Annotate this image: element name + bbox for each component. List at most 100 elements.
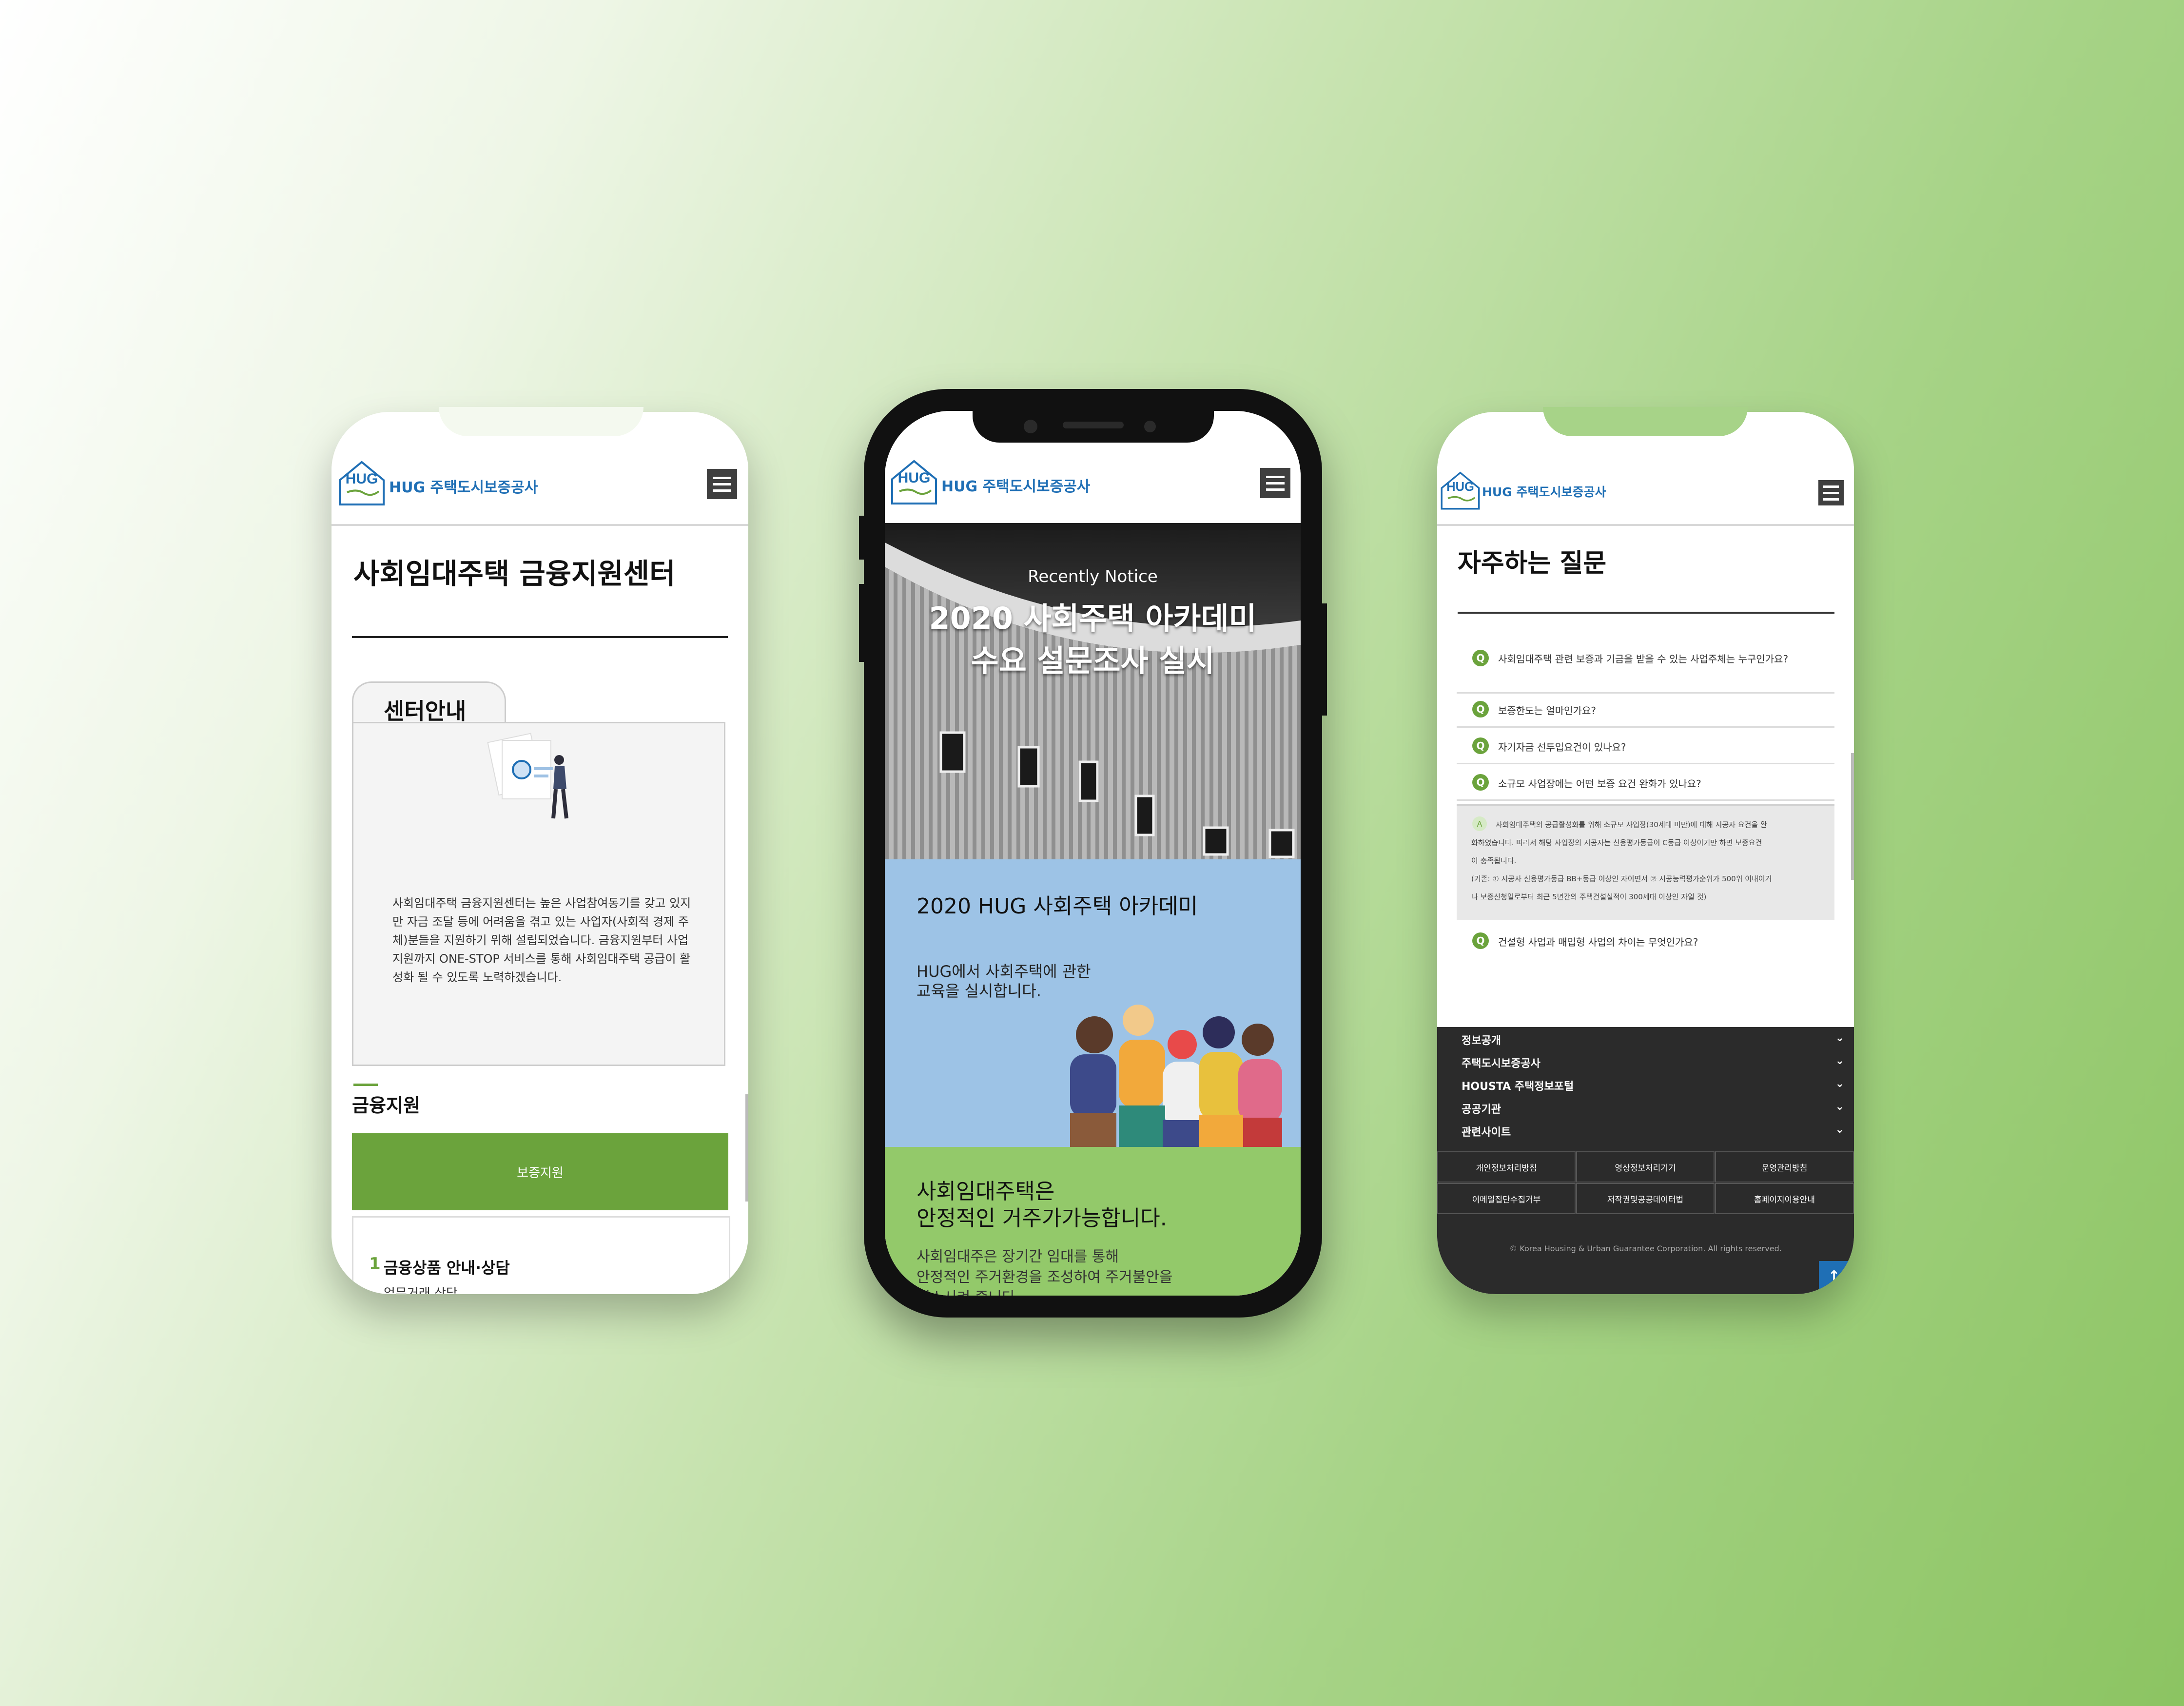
- footer-menu-label: 공공기관: [1462, 1104, 1501, 1116]
- q-badge-icon: Q: [1472, 650, 1489, 666]
- q-badge-icon: Q: [1472, 737, 1489, 754]
- scrollbar[interactable]: [745, 1094, 748, 1202]
- section-title-finance: 금융지원: [352, 1095, 420, 1116]
- footer-menu-item[interactable]: 주택도시보증공사 ⌄: [1462, 1055, 1844, 1070]
- hero-title-line2: 수요 설문조사 실시: [971, 643, 1215, 679]
- chevron-down-icon: ⌄: [1835, 1078, 1844, 1090]
- footer-menu-label: 주택도시보증공사: [1462, 1058, 1540, 1070]
- arrow-up-icon: ↑: [1828, 1267, 1840, 1285]
- side-button: [859, 516, 865, 560]
- title-divider: [352, 636, 728, 638]
- tab-label: 센터안내: [384, 698, 467, 724]
- phone-notch: [973, 411, 1214, 443]
- item-number: 1: [369, 1254, 381, 1274]
- speaker-grille: [1063, 422, 1124, 428]
- faq-question: 소규모 사업장에는 어떤 보증 요건 완화가 있나요?: [1498, 778, 1701, 790]
- page-title: 사회임대주택 금융지원센터: [353, 557, 676, 590]
- green-body-line2: 안정적인 주거환경을 조성하여 주거불안을: [916, 1269, 1173, 1286]
- title-divider: [1458, 612, 1834, 614]
- answer-line: 사회임대주택의 공급활성화를 위해 소규모 사업장(30세대 미만)에 대해 시…: [1496, 820, 1767, 829]
- faq-question: 자기자금 선투입요건이 있나요?: [1498, 741, 1626, 753]
- footer-link-privacy[interactable]: 개인정보처리방침: [1437, 1151, 1576, 1183]
- scroll-top-button[interactable]: ↑: [1819, 1261, 1849, 1291]
- hero-kicker: Recently Notice: [1028, 567, 1158, 586]
- item-title: 금융상품 안내·상담: [384, 1259, 510, 1277]
- phone-notch: [426, 412, 655, 441]
- footer-menu-item[interactable]: HOUSTA 주택정보포털 ⌄: [1462, 1078, 1844, 1093]
- hamburger-menu-icon[interactable]: [707, 469, 737, 499]
- product-card: 1 금융상품 안내·상담 업무거래 상담: [352, 1216, 730, 1294]
- green-body-line1: 사회임대주은 장기간 임대를 통해: [916, 1248, 1119, 1265]
- answer-line: (기존: ① 시공사 신용평가등급 BB+등급 이상인 자이면서 ② 시공능력평…: [1471, 874, 1772, 883]
- footer-menu-item[interactable]: 공공기관 ⌄: [1462, 1101, 1844, 1116]
- side-button: [859, 584, 865, 662]
- right-notch-cutout: [1543, 407, 1748, 436]
- center-info-panel: 사회임대주택 금융지원센터는 높은 사업참여동기를 갖고 있지만 자금 조달 등…: [352, 722, 725, 1066]
- faq-answer-panel: A 사회임대주택의 공급활성화를 위해 소규모 사업장(30세대 미만)에 대해…: [1457, 804, 1834, 920]
- svg-text:HUG: HUG: [346, 471, 378, 487]
- q-badge-icon: Q: [1472, 932, 1489, 949]
- a-badge-icon: A: [1472, 816, 1487, 831]
- green-title-line2: 안정적인 거주가가능합니다.: [916, 1206, 1167, 1231]
- faq-question: 건설형 사업과 매입형 사업의 차이는 무엇인가요?: [1498, 936, 1698, 948]
- scrollbar[interactable]: [1851, 753, 1854, 880]
- footer-menu-label: HOUSTA 주택정보포털: [1462, 1081, 1574, 1093]
- hero-title-line1: 2020 사회주택 아카데미: [929, 601, 1257, 636]
- faq-item[interactable]: Q 건설형 사업과 매입형 사업의 차이는 무엇인가요?: [1457, 929, 1834, 958]
- brand-name: HUG 주택도시보증공사: [941, 478, 1091, 495]
- item-subtitle: 업무거래 상담: [384, 1286, 458, 1294]
- footer-link-guide[interactable]: 홈페이지이용안내: [1715, 1183, 1854, 1214]
- middle-phone-screen: HUG HUG 주택도시보증공사 Recently Notice 2020 사회…: [885, 411, 1301, 1296]
- hug-logo-icon[interactable]: HUG: [890, 457, 938, 506]
- card-title: 2020 HUG 사회주택 아카데미: [916, 894, 1198, 919]
- hug-logo-icon[interactable]: HUG: [1440, 469, 1481, 511]
- guarantee-support-button[interactable]: 보증지원: [352, 1133, 728, 1210]
- green-body-line3: 해소시켜 줍니다.: [916, 1285, 1020, 1296]
- answer-line: 이 충족됩니다.: [1471, 856, 1517, 865]
- left-phone-screen: HUG HUG 주택도시보증공사 사회임대주택 금융지원센터 센터안내 사회임대…: [332, 412, 748, 1294]
- faq-question: 사회임대주택 관련 보증과 기금을 받을 수 있는 사업주체는 누구인가요?: [1498, 653, 1789, 665]
- sensor-icon: [1144, 421, 1156, 432]
- hamburger-menu-icon[interactable]: [1818, 480, 1844, 505]
- faq-item-open[interactable]: Q 소규모 사업장에는 어떤 보증 요건 완화가 있나요?: [1457, 770, 1834, 801]
- brand-name: HUG 주택도시보증공사: [1482, 485, 1606, 499]
- svg-text:HUG: HUG: [1446, 480, 1474, 494]
- button-label: 보증지원: [517, 1165, 564, 1181]
- chevron-down-icon: ⌄: [1835, 1124, 1844, 1136]
- side-button: [1321, 603, 1327, 716]
- q-badge-icon: Q: [1472, 701, 1489, 717]
- right-phone-screen: HUG HUG 주택도시보증공사 자주하는 질문 Q 사회임대주택 관련 보증과…: [1437, 412, 1854, 1294]
- hero-banner[interactable]: Recently Notice 2020 사회주택 아카데미 수요 설문조사 실…: [885, 523, 1301, 859]
- section-accent: [353, 1084, 378, 1086]
- faq-question: 보증한도는 얼마인가요?: [1498, 705, 1596, 717]
- footer-link-operation[interactable]: 운영관리방침: [1715, 1151, 1854, 1183]
- footer-menu-item[interactable]: 정보공개 ⌄: [1462, 1032, 1844, 1047]
- faq-item[interactable]: Q 자기자금 선투입요건이 있나요?: [1457, 734, 1834, 764]
- footer-menu-label: 정보공개: [1462, 1035, 1501, 1047]
- card-body-line2: 교육을 실시합니다.: [916, 982, 1041, 1000]
- footer-link-email[interactable]: 이메일집단수집거부: [1437, 1183, 1576, 1214]
- svg-text:HUG: HUG: [898, 470, 931, 486]
- hug-logo-icon[interactable]: HUG: [337, 458, 386, 507]
- chevron-down-icon: ⌄: [1835, 1055, 1844, 1067]
- brand-name: HUG 주택도시보증공사: [389, 479, 538, 496]
- footer-link-copyright[interactable]: 저작권및공공데이터법: [1576, 1183, 1715, 1214]
- footer-menu-label: 관련사이트: [1462, 1126, 1511, 1139]
- footer-link-cctv[interactable]: 영상정보처리기기: [1576, 1151, 1715, 1183]
- chevron-down-icon: ⌄: [1835, 1032, 1844, 1044]
- finance-illustration: [487, 733, 568, 819]
- chevron-down-icon: ⌄: [1835, 1101, 1844, 1113]
- academy-card[interactable]: 2020 HUG 사회주택 아카데미 HUG에서 사회주택에 관한 교육을 실시…: [885, 859, 1301, 1147]
- housing-info-section: 사회임대주택은 안정적인 거주가가능합니다. 사회임대주은 장기간 임대를 통해…: [885, 1147, 1301, 1296]
- hamburger-menu-icon[interactable]: [1260, 468, 1290, 498]
- faq-item[interactable]: Q 사회임대주택 관련 보증과 기금을 받을 수 있는 사업주체는 누구인가요?: [1457, 646, 1834, 694]
- camera-icon: [1024, 420, 1037, 433]
- answer-line: 화하였습니다. 따라서 해당 사업장의 시공자는 신용평가등급이 C등급 이상이…: [1471, 838, 1762, 847]
- site-footer: 정보공개 ⌄ 주택도시보증공사 ⌄ HOUSTA 주택정보포털 ⌄ 공공기관 ⌄ 관련사…: [1437, 1027, 1854, 1294]
- faq-item[interactable]: Q 보증한도는 얼마인가요?: [1457, 697, 1834, 728]
- answer-line: 나 보증신청일로부터 최근 5년간의 주택건설실적이 300세대 이상인 자일 …: [1471, 892, 1707, 901]
- footer-menu-item[interactable]: 관련사이트 ⌄: [1462, 1124, 1844, 1139]
- people-illustration: [1070, 1005, 1282, 1147]
- page-title: 자주하는 질문: [1458, 549, 1607, 578]
- center-description: 사회임대주택 금융지원센터는 높은 사업참여동기를 갖고 있지만 자금 조달 등…: [392, 896, 691, 984]
